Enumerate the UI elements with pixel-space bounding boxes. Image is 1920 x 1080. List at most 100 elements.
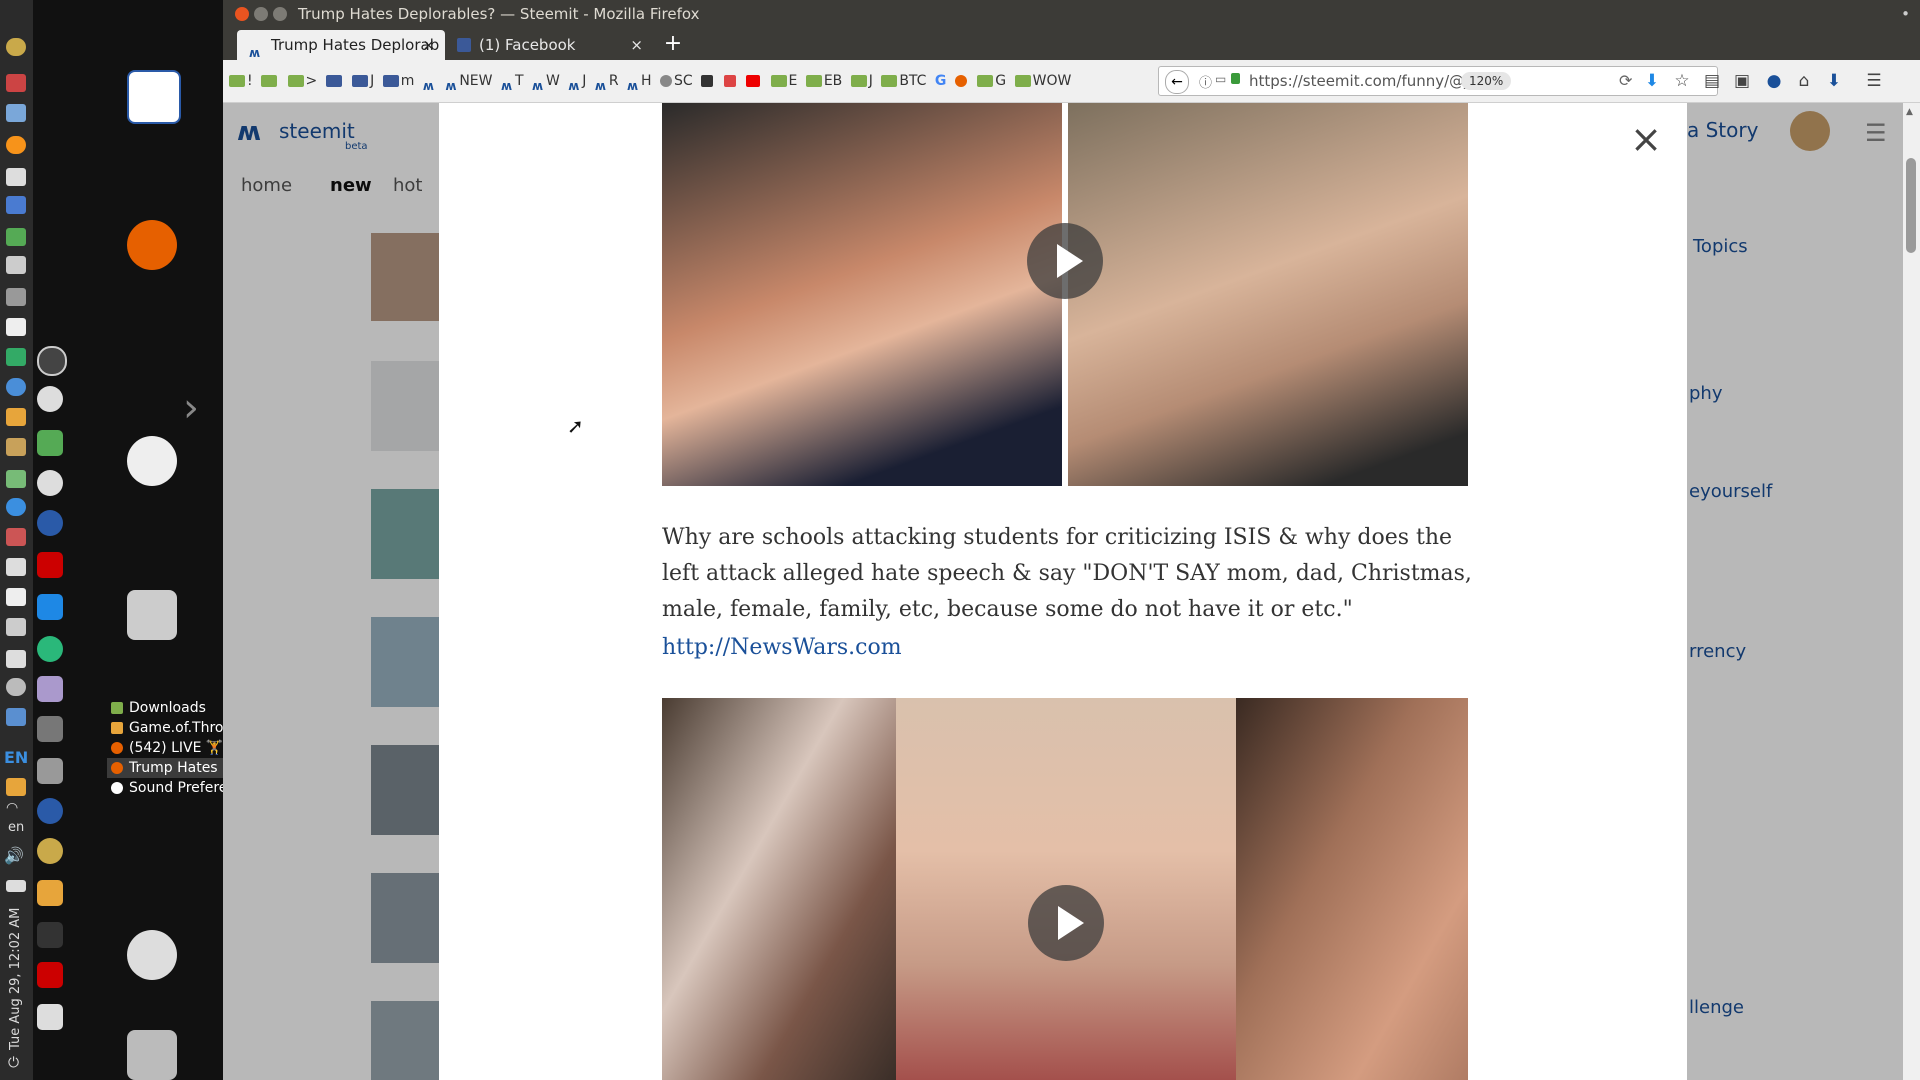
bookmark-item[interactable] bbox=[325, 69, 344, 93]
bookmark-item[interactable]: ʍW bbox=[532, 69, 560, 93]
bookmark-item[interactable]: ʍT bbox=[501, 69, 524, 93]
vlc-tray-icon[interactable] bbox=[6, 778, 26, 796]
folder-icon[interactable] bbox=[6, 438, 26, 456]
vlc-icon[interactable] bbox=[37, 880, 63, 906]
app2-icon[interactable] bbox=[37, 386, 63, 412]
screenshot-icon[interactable] bbox=[37, 676, 63, 702]
bookmark-item[interactable]: G bbox=[935, 69, 947, 93]
app3-icon[interactable] bbox=[37, 430, 63, 456]
magnifier-icon[interactable] bbox=[37, 1004, 63, 1030]
disk-icon[interactable] bbox=[6, 678, 26, 696]
notes-icon[interactable] bbox=[6, 168, 26, 186]
close-tab-icon[interactable]: × bbox=[422, 30, 435, 60]
post-link[interactable]: http://NewsWars.com bbox=[662, 630, 902, 666]
archive-icon[interactable] bbox=[127, 590, 177, 640]
back-icon[interactable]: ← bbox=[1165, 70, 1189, 94]
monitor2-icon[interactable] bbox=[6, 708, 26, 726]
bookmark-item[interactable] bbox=[954, 69, 969, 93]
tab-facebook[interactable]: (1) Facebook × bbox=[445, 30, 653, 60]
calculator-icon[interactable] bbox=[6, 196, 26, 214]
home-icon[interactable]: ⌂ bbox=[1793, 70, 1815, 92]
bookmark-item[interactable]: E bbox=[770, 69, 797, 93]
media-icon[interactable] bbox=[6, 378, 26, 396]
downloads-icon[interactable]: ⬇ bbox=[1641, 70, 1663, 92]
upload-icon[interactable] bbox=[6, 104, 26, 122]
app4-icon[interactable] bbox=[37, 470, 63, 496]
drive-icon[interactable] bbox=[6, 618, 26, 636]
bookmark-item[interactable] bbox=[701, 69, 715, 93]
filezilla-icon[interactable] bbox=[37, 552, 63, 578]
bookmark-item[interactable]: SC bbox=[660, 69, 693, 93]
bookmark-item[interactable]: ! bbox=[229, 69, 253, 93]
scroll-up-icon[interactable]: ▲ bbox=[1906, 107, 1913, 117]
play-icon[interactable] bbox=[1027, 223, 1103, 299]
sun-icon[interactable] bbox=[6, 408, 26, 426]
atom-icon[interactable] bbox=[37, 510, 63, 536]
tab-steemit[interactable]: ʍ Trump Hates Deplorab × bbox=[237, 30, 445, 60]
coin-icon[interactable] bbox=[6, 38, 26, 56]
obs-icon[interactable] bbox=[37, 346, 67, 376]
page-scrollbar[interactable]: ▲ bbox=[1903, 103, 1920, 1080]
bookmark-item[interactable]: ʍ bbox=[423, 69, 437, 93]
video-embed-2[interactable] bbox=[662, 698, 1468, 1080]
url-bar[interactable]: ← ⓘ ▭ https://steemit.com/funny/@joeyar … bbox=[1158, 66, 1718, 96]
bookmark-star-icon[interactable]: ☆ bbox=[1671, 70, 1693, 92]
close-tab-icon[interactable]: × bbox=[630, 30, 643, 60]
battery-icon[interactable] bbox=[6, 880, 26, 892]
bookmark-item[interactable]: ʍR bbox=[595, 69, 619, 93]
dogecoin-icon[interactable] bbox=[37, 838, 63, 864]
gamepad-icon[interactable] bbox=[6, 650, 26, 668]
app-icon[interactable] bbox=[6, 74, 26, 92]
permissions-icon[interactable]: ▭ bbox=[1215, 72, 1226, 86]
new-tab-button[interactable]: + bbox=[658, 28, 688, 60]
minimize-window-icon[interactable] bbox=[254, 7, 268, 21]
reload-icon[interactable]: ⟳ bbox=[1619, 71, 1632, 90]
bookmark-item[interactable]: EB bbox=[805, 69, 842, 93]
bookmark-item[interactable]: > bbox=[287, 69, 317, 93]
hanger-icon[interactable] bbox=[37, 716, 63, 742]
trash-icon[interactable] bbox=[127, 1030, 177, 1080]
keyboard-language[interactable]: EN bbox=[4, 748, 28, 767]
window-icon[interactable] bbox=[6, 288, 26, 306]
monitor-icon[interactable] bbox=[6, 348, 26, 366]
bluetooth-icon[interactable] bbox=[37, 922, 63, 948]
volume-icon[interactable]: 🔊 bbox=[4, 846, 24, 865]
user-switch-icon[interactable] bbox=[127, 930, 177, 980]
arrow-icon[interactable] bbox=[6, 588, 26, 606]
bookmark-item[interactable] bbox=[261, 69, 279, 93]
bookmark-item[interactable] bbox=[723, 69, 738, 93]
spreadsheet-icon[interactable] bbox=[6, 228, 26, 246]
filezilla2-icon[interactable] bbox=[37, 962, 63, 988]
bookmark-item[interactable]: ʍJ bbox=[568, 69, 586, 93]
scroll-thumb[interactable] bbox=[1906, 158, 1916, 253]
grid-icon[interactable] bbox=[6, 256, 26, 274]
telegram-icon[interactable] bbox=[37, 636, 63, 662]
firefox-icon[interactable] bbox=[127, 220, 177, 270]
bookmark-item[interactable]: ʍH bbox=[627, 69, 652, 93]
clock[interactable]: Tue Aug 29, 12:02 AM bbox=[2, 900, 32, 1050]
bookmark-item[interactable]: BTC bbox=[881, 69, 926, 93]
maximize-window-icon[interactable] bbox=[273, 7, 287, 21]
bookmark-item[interactable] bbox=[746, 69, 762, 93]
youtube-icon[interactable]: ▣ bbox=[1731, 70, 1753, 92]
mountain-icon[interactable] bbox=[37, 594, 63, 620]
menu-icon[interactable]: ☰ bbox=[1863, 70, 1885, 92]
toolbox-icon[interactable] bbox=[6, 528, 26, 546]
reading-list-icon[interactable]: ▤ bbox=[1701, 70, 1723, 92]
bitcoin-icon[interactable] bbox=[6, 136, 26, 154]
site-info-icon[interactable]: ⓘ bbox=[1199, 72, 1212, 91]
power-icon[interactable]: ⏻ bbox=[8, 1055, 19, 1071]
picture-icon[interactable] bbox=[6, 470, 26, 488]
close-modal-button[interactable]: × bbox=[1630, 120, 1662, 158]
zoom-indicator[interactable]: 120% bbox=[1461, 72, 1512, 90]
ubuntu-icon[interactable] bbox=[127, 436, 177, 486]
bookmark-item[interactable]: J bbox=[352, 69, 374, 93]
bookmark-item[interactable]: G bbox=[977, 69, 1006, 93]
screen-icon[interactable] bbox=[6, 558, 26, 576]
bookmark-item[interactable]: J bbox=[850, 69, 873, 93]
close-window-icon[interactable] bbox=[235, 7, 249, 21]
wifi-icon[interactable]: ◠ bbox=[6, 800, 18, 816]
bookmark-item[interactable]: WOW bbox=[1014, 69, 1071, 93]
document-viewer-icon[interactable] bbox=[127, 70, 181, 124]
atom2-icon[interactable] bbox=[37, 798, 63, 824]
